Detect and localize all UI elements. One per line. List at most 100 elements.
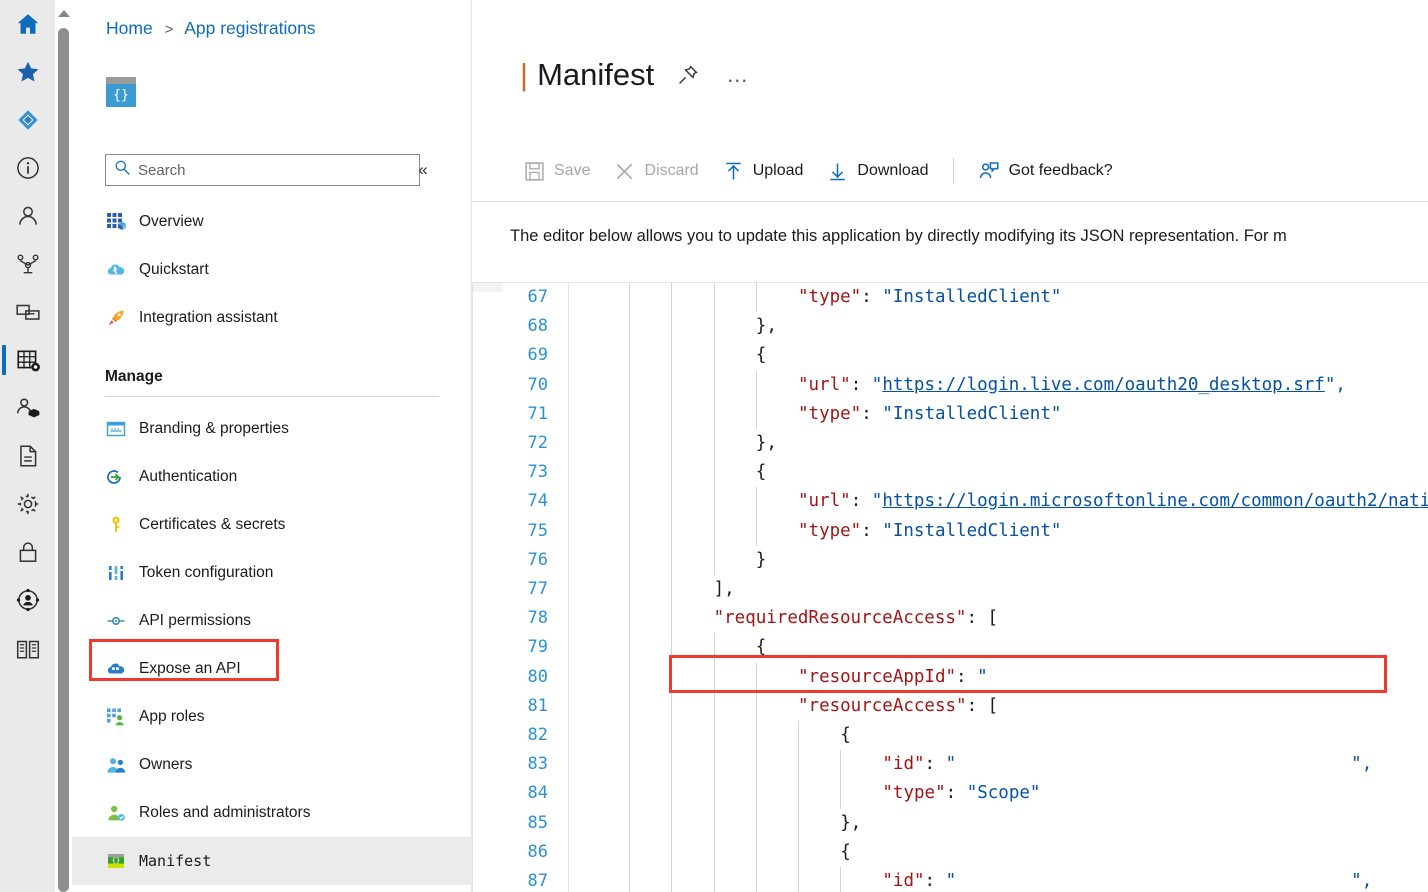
code-token: "type" xyxy=(882,783,946,804)
code-line[interactable]: "url": "https://login.live.com/oauth20_d… xyxy=(798,375,1346,395)
sidebar-item-branding-properties[interactable]: Branding & properties xyxy=(72,405,472,453)
azure-diamond-icon[interactable] xyxy=(0,96,55,144)
favorites-star-icon[interactable] xyxy=(0,48,55,96)
code-token: "Scope" xyxy=(966,783,1041,804)
editor-description: The editor below allows you to update th… xyxy=(510,227,1287,245)
download-arrow-icon xyxy=(827,161,848,182)
code-token: : xyxy=(861,403,883,424)
command-bar: Save Discard Upload Download Got feedbac… xyxy=(512,150,1125,192)
code-line[interactable]: { xyxy=(840,842,851,862)
sidebar-section-manage: Manage xyxy=(105,368,163,385)
document-icon[interactable] xyxy=(0,432,55,480)
indent-guide xyxy=(755,487,757,546)
info-icon[interactable] xyxy=(0,144,55,192)
save-button[interactable]: Save xyxy=(512,150,602,192)
sidebar-item-certificates-secrets[interactable]: Certificates & secrets xyxy=(72,501,472,549)
line-number: 80 xyxy=(527,666,548,687)
sidebar-scrollbar[interactable] xyxy=(55,0,72,892)
code-line[interactable]: { xyxy=(756,637,767,657)
identity-governance-icon[interactable] xyxy=(0,576,55,624)
code-line[interactable]: { xyxy=(840,725,851,745)
code-token: : [ xyxy=(966,695,999,716)
manifest-json-editor[interactable]: 67 68 69 70 71 72 73 74 75 76 77 78 79 80 81 82 83 84 85 86… xyxy=(472,282,1428,892)
sidebar-item-roles-and-administrators[interactable]: Roles and administrators xyxy=(72,789,472,837)
code-token: "resourceAccess" xyxy=(798,695,967,716)
code-line[interactable]: "id": " ", xyxy=(882,754,1372,774)
line-number: 75 xyxy=(527,520,548,541)
download-button[interactable]: Download xyxy=(815,150,940,192)
code-line[interactable]: "resourceAppId": "", xyxy=(798,667,1428,687)
save-label: Save xyxy=(554,162,591,179)
code-line[interactable]: { xyxy=(756,462,767,482)
indent-guide xyxy=(840,750,842,809)
code-token: "url" xyxy=(798,374,851,395)
code-line[interactable]: }, xyxy=(756,316,777,336)
code-line[interactable]: "resourceAccess": [ xyxy=(798,696,998,716)
editor-gutter: 67 68 69 70 71 72 73 74 75 76 77 78 79 80 81 82 83 84 85 86… xyxy=(473,283,569,892)
code-line[interactable]: "url": "https://login.microsoftonline.co… xyxy=(798,491,1428,511)
breadcrumb-home[interactable]: Home xyxy=(106,18,153,38)
enterprise-apps-icon[interactable] xyxy=(0,384,55,432)
code-line[interactable]: { xyxy=(756,345,767,365)
code-line[interactable]: "type": "InstalledClient" xyxy=(798,404,1061,424)
feedback-person-icon xyxy=(978,160,1000,182)
line-number: 78 xyxy=(527,608,548,629)
sidebar-item-label: Certificates & secrets xyxy=(139,516,286,533)
code-token: } xyxy=(755,549,767,570)
sidebar-section-divider xyxy=(105,396,439,397)
sidebar-item-owners[interactable]: Owners xyxy=(72,741,472,789)
app-registrations-grid-icon[interactable] xyxy=(0,336,55,384)
upload-button[interactable]: Upload xyxy=(711,150,816,192)
code-line[interactable]: }, xyxy=(840,813,861,833)
search-input[interactable]: Search xyxy=(105,154,420,186)
gear-icon[interactable] xyxy=(0,480,55,528)
user-icon[interactable] xyxy=(0,192,55,240)
pin-icon[interactable] xyxy=(676,63,700,87)
line-number: 86 xyxy=(527,841,548,862)
sidebar-item-integration-assistant[interactable]: Integration assistant xyxy=(72,294,472,342)
lock-icon[interactable] xyxy=(0,528,55,576)
code-token: : xyxy=(850,491,872,512)
discard-button[interactable]: Discard xyxy=(602,150,710,192)
groups-icon[interactable] xyxy=(0,240,55,288)
code-token: : xyxy=(850,374,872,395)
resources-icon[interactable] xyxy=(0,624,55,672)
code-token: { xyxy=(755,345,767,366)
devices-icon[interactable] xyxy=(0,288,55,336)
code-line[interactable]: "type": "InstalledClient" xyxy=(798,287,1061,307)
code-line[interactable]: } xyxy=(756,550,767,570)
code-line[interactable]: }, xyxy=(756,433,777,453)
rocket-icon xyxy=(105,307,127,329)
code-line[interactable]: "requiredResourceAccess": [ xyxy=(714,608,998,628)
code-token: : xyxy=(861,520,883,541)
editor-code-area[interactable]: "type": "InstalledClient"}, { "url": "http… xyxy=(569,283,1428,892)
roles-admin-icon xyxy=(105,802,127,824)
sidebar-item-quickstart[interactable]: Quickstart xyxy=(72,246,472,294)
code-line[interactable]: "type": "InstalledClient" xyxy=(798,521,1061,541)
code-token: "type" xyxy=(798,403,862,424)
got-feedback-button[interactable]: Got feedback? xyxy=(966,150,1125,192)
collapse-blade-button[interactable]: « xyxy=(408,154,438,186)
breadcrumb-app-registrations[interactable]: App registrations xyxy=(184,18,315,38)
ellipsis-icon[interactable]: … xyxy=(726,62,750,88)
search-placeholder: Search xyxy=(138,161,186,179)
sidebar-item-manifest[interactable]: {} Manifest xyxy=(72,837,472,885)
sidebar-item-overview[interactable]: Overview xyxy=(72,198,472,246)
code-line[interactable]: ], xyxy=(714,579,735,599)
code-line[interactable]: "type": "Scope" xyxy=(882,783,1040,803)
upload-arrow-icon xyxy=(723,161,744,182)
sidebar-item-expose-an-api[interactable]: Expose an API xyxy=(72,645,472,693)
sidebar-item-label: Owners xyxy=(139,756,193,773)
home-icon[interactable] xyxy=(0,0,55,48)
sidebar-item-api-permissions[interactable]: API permissions xyxy=(72,597,472,645)
scrollbar-thumb[interactable] xyxy=(58,28,69,892)
code-line[interactable]: "id": " ", xyxy=(882,871,1372,891)
line-number: 77 xyxy=(527,579,548,599)
sidebar-item-token-configuration[interactable]: Token configuration xyxy=(72,549,472,597)
sidebar-item-app-roles[interactable]: App roles xyxy=(72,693,472,741)
api-permissions-icon xyxy=(105,610,127,632)
sidebar-item-label: Quickstart xyxy=(139,261,209,278)
scroll-up-arrow-icon[interactable] xyxy=(58,10,70,17)
sidebar-item-authentication[interactable]: Authentication xyxy=(72,453,472,501)
code-token: { xyxy=(840,841,851,862)
